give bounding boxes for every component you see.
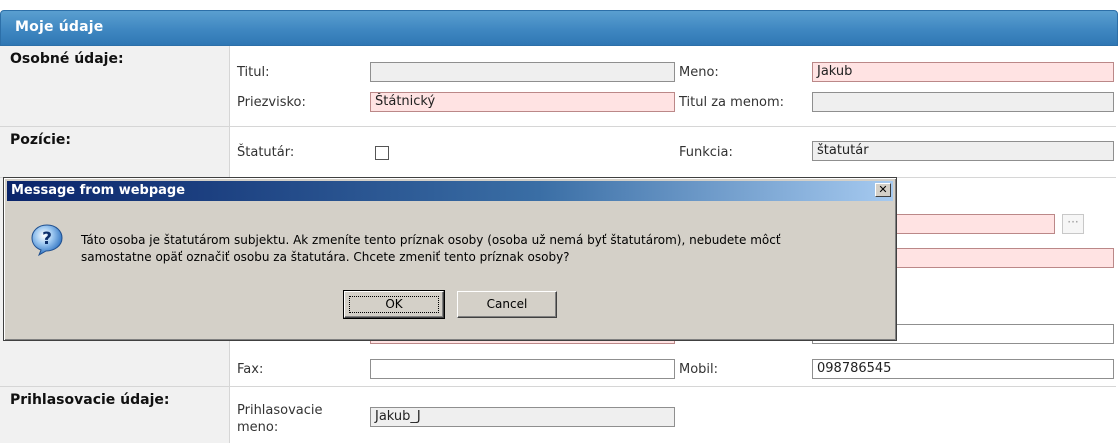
- page-title: Moje údaje: [15, 19, 104, 35]
- section-positions-heading: Pozície:: [10, 132, 72, 148]
- section-login-heading: Prihlasovacie údaje:: [10, 392, 170, 408]
- section-login-label: Prihlasovacie údaje:: [0, 387, 230, 443]
- partial-field-1[interactable]: [895, 214, 1055, 234]
- funkcia-label: Funkcia:: [679, 145, 733, 160]
- meno-field[interactable]: Jakub: [812, 62, 1114, 82]
- page-header: Moje údaje: [0, 10, 1118, 46]
- username-label-line1: Prihlasovacie: [237, 403, 323, 418]
- fax-field[interactable]: [370, 359, 675, 379]
- section-personal-label: Osobné údaje:: [0, 46, 230, 126]
- titul-za-menom-label: Titul za menom:: [679, 95, 785, 110]
- titul-field[interactable]: [370, 62, 675, 82]
- dialog-message: Táto osoba je štatutárom subjektu. Ak zm…: [81, 232, 881, 266]
- section-positions: Pozície: Štatutár: Funkcia: štatutár: [0, 127, 1116, 178]
- ok-button[interactable]: OK: [343, 290, 445, 319]
- mobil-field[interactable]: 098786545: [812, 359, 1114, 379]
- section-personal: Osobné údaje: Titul: Meno: Jakub Priezvi…: [0, 46, 1116, 127]
- fax-label: Fax:: [237, 362, 264, 377]
- dialog-close-button[interactable]: ✕: [875, 183, 891, 197]
- dialog-message-line1: Táto osoba je štatutárom subjektu. Ak zm…: [81, 233, 781, 247]
- statutar-label: Štatutár:: [237, 145, 295, 160]
- section-login: Prihlasovacie údaje: Prihlasovacie meno:…: [0, 387, 1116, 443]
- dialog-titlebar[interactable]: Message from webpage ✕: [7, 181, 893, 201]
- priezvisko-field[interactable]: Štátnický: [370, 92, 675, 112]
- page: Moje údaje Osobné údaje: Titul: Meno: Ja…: [0, 0, 1118, 443]
- cancel-button-label: Cancel: [486, 297, 528, 311]
- meno-label: Meno:: [679, 65, 719, 80]
- svg-text:?: ?: [42, 229, 52, 249]
- funkcia-field[interactable]: štatutár: [812, 141, 1114, 161]
- partial-field-2[interactable]: [895, 248, 1114, 268]
- titul-label: Titul:: [237, 65, 270, 80]
- statutar-checkbox[interactable]: [375, 146, 389, 160]
- priezvisko-label: Priezvisko:: [237, 95, 306, 110]
- cancel-button[interactable]: Cancel: [457, 291, 557, 318]
- close-icon: ✕: [878, 183, 888, 196]
- lookup-button[interactable]: ···: [1062, 214, 1084, 234]
- username-field[interactable]: Jakub_J: [370, 407, 675, 427]
- section-positions-label: Pozície:: [0, 127, 230, 177]
- mobil-label: Mobil:: [679, 362, 719, 377]
- ok-focus-rect: [349, 296, 439, 313]
- question-icon: ?: [31, 224, 63, 257]
- dialog-message-line2: samostatne opäť označiť osobu za štatutá…: [81, 250, 570, 264]
- section-personal-heading: Osobné údaje:: [10, 51, 124, 67]
- message-dialog: Message from webpage ✕ ? Táto osoba je š…: [3, 177, 897, 341]
- dialog-title: Message from webpage: [11, 183, 186, 198]
- titul-za-menom-field[interactable]: [812, 92, 1114, 112]
- username-label-line2: meno:: [237, 420, 279, 435]
